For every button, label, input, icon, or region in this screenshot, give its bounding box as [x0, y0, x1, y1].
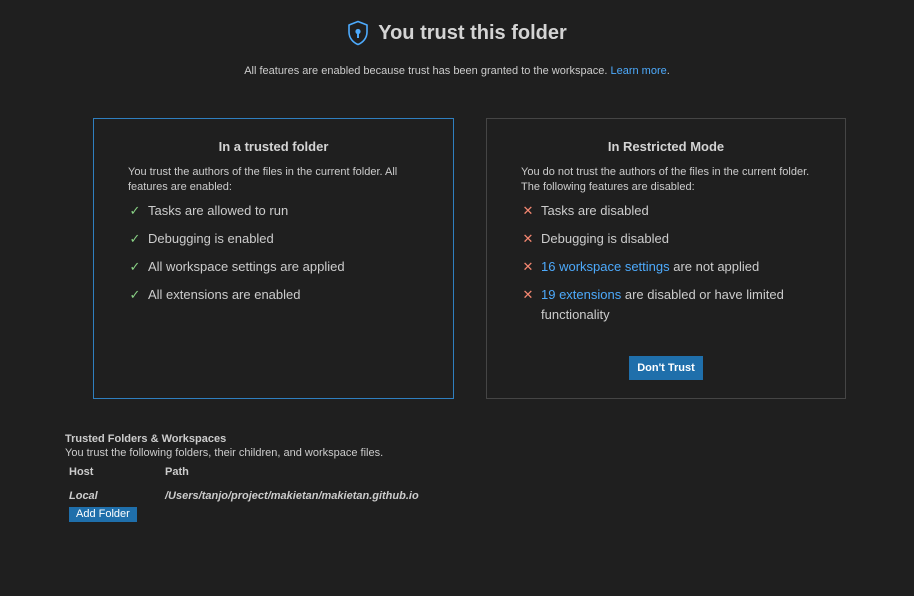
- list-item: ✓ Debugging is enabled: [128, 229, 433, 249]
- extensions-link[interactable]: 19 extensions: [541, 287, 621, 302]
- page-title: You trust this folder: [378, 21, 567, 44]
- workspace-trust-header: You trust this folder All features are e…: [0, 18, 914, 77]
- list-item: ✕ 16 workspace settings are not applied: [521, 257, 825, 277]
- dont-trust-wrap: Don't Trust: [487, 356, 845, 380]
- table-header-row: Host Path: [65, 465, 765, 488]
- check-icon: ✓: [129, 203, 141, 218]
- subtitle-period: .: [666, 65, 670, 77]
- trusted-folders-description: You trust the following folders, their c…: [65, 447, 384, 459]
- feature-text: Debugging is disabled: [541, 231, 669, 246]
- list-item: ✓ Tasks are allowed to run: [128, 201, 433, 221]
- list-item: ✕ Tasks are disabled: [521, 201, 825, 221]
- x-icon: ✕: [522, 203, 534, 218]
- title-row: You trust this folder: [0, 18, 914, 48]
- x-icon: ✕: [522, 259, 534, 274]
- list-item: ✕ 19 extensions are disabled or have lim…: [521, 285, 825, 325]
- trusted-folders-title: Trusted Folders & Workspaces: [65, 433, 227, 445]
- add-folder-button[interactable]: Add Folder: [69, 507, 137, 522]
- list-item: ✕ Debugging is disabled: [521, 229, 825, 249]
- path-cell: /Users/tanjo/project/makietan/makietan.g…: [165, 490, 419, 502]
- check-icon: ✓: [129, 231, 141, 246]
- feature-text: are not applied: [669, 259, 760, 274]
- list-item: ✓ All workspace settings are applied: [128, 257, 433, 277]
- trusted-folders-table: Host Path Local /Users/tanjo/project/mak…: [65, 465, 765, 504]
- host-column-header: Host: [69, 466, 94, 478]
- shield-icon: [347, 20, 369, 46]
- workspace-settings-link[interactable]: 16 workspace settings: [541, 259, 670, 274]
- restricted-mode-card: In Restricted Mode You do not trust the …: [486, 118, 846, 399]
- trusted-card-title: In a trusted folder: [218, 139, 329, 154]
- subtitle-text: All features are enabled because trust h…: [244, 65, 608, 77]
- restricted-card-title: In Restricted Mode: [607, 139, 725, 154]
- feature-text: All extensions are enabled: [148, 287, 301, 302]
- trusted-feature-list: ✓ Tasks are allowed to run ✓ Debugging i…: [94, 201, 453, 305]
- check-icon: ✓: [129, 287, 141, 302]
- trusted-folder-card: In a trusted folder You trust the author…: [93, 118, 454, 399]
- table-row[interactable]: Local /Users/tanjo/project/makietan/maki…: [65, 488, 765, 504]
- dont-trust-button[interactable]: Don't Trust: [629, 356, 703, 380]
- trusted-folders-section: Trusted Folders & Workspaces You trust t…: [65, 433, 765, 522]
- host-cell: Local: [69, 490, 98, 502]
- x-icon: ✕: [522, 287, 534, 302]
- restricted-card-description: You do not trust the authors of the file…: [521, 166, 810, 193]
- header-subtitle: All features are enabled because trust h…: [0, 65, 914, 77]
- check-icon: ✓: [129, 259, 141, 274]
- restricted-feature-list: ✕ Tasks are disabled ✕ Debugging is disa…: [487, 201, 845, 325]
- list-item: ✓ All extensions are enabled: [128, 285, 433, 305]
- trusted-card-description: You trust the authors of the files in th…: [128, 166, 398, 193]
- feature-text: Tasks are disabled: [541, 203, 649, 218]
- feature-text: Debugging is enabled: [148, 231, 274, 246]
- path-column-header: Path: [165, 466, 189, 478]
- x-icon: ✕: [522, 231, 534, 246]
- feature-text: Tasks are allowed to run: [148, 203, 289, 218]
- feature-text: All workspace settings are applied: [148, 259, 345, 274]
- learn-more-link[interactable]: Learn more: [610, 65, 666, 77]
